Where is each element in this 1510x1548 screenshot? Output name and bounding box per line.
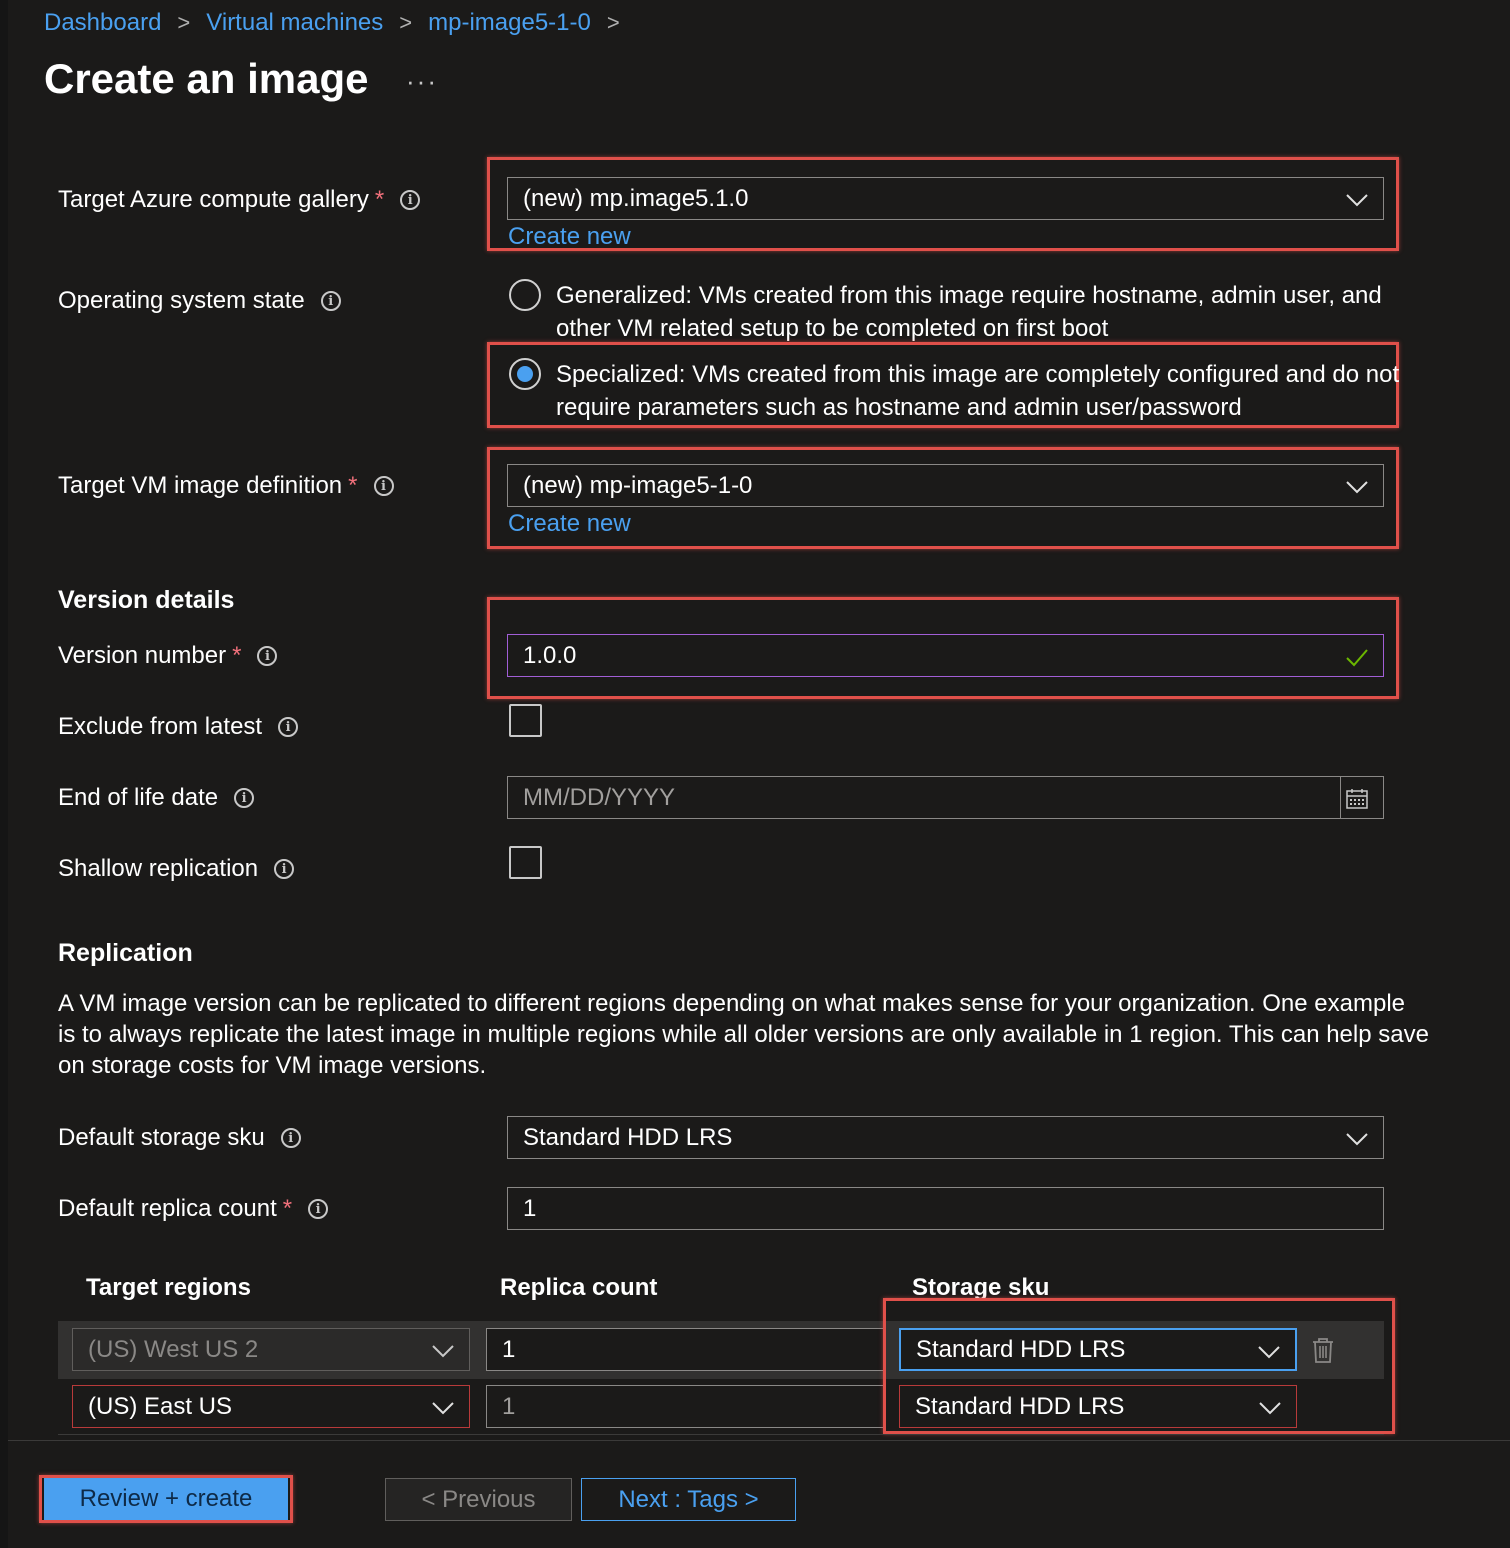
end-of-life-date-input[interactable]: MM/DD/YYYY [507, 776, 1384, 819]
radio-generalized-text-1: Generalized: VMs created from this image… [556, 282, 1382, 309]
region-select-row-1[interactable]: (US) West US 2 [72, 1328, 470, 1371]
field-divider [1340, 777, 1341, 819]
required-asterisk: * [232, 642, 242, 669]
review-create-button[interactable]: Review + create [44, 1478, 288, 1520]
info-icon[interactable]: i [320, 291, 341, 311]
more-options-icon[interactable]: ··· [406, 66, 438, 97]
breadcrumb: Dashboard > Virtual machines > mp-image5… [44, 6, 636, 40]
table-bottom-divider [58, 1434, 1384, 1435]
radio-specialized-text-1: Specialized: VMs created from this image… [556, 361, 1400, 388]
gallery-select-value: (new) mp.image5.1.0 [523, 184, 749, 212]
gallery-create-new-link[interactable]: Create new [508, 223, 631, 251]
default-storage-sku-label: Default storage sku i [58, 1122, 301, 1154]
region-value: (US) West US 2 [88, 1335, 259, 1363]
chevron-down-icon [432, 1345, 454, 1358]
version-number-input[interactable]: 1.0.0 [507, 634, 1384, 677]
image-definition-label-text: Target VM image definition [58, 472, 343, 499]
region-value: (US) East US [88, 1392, 233, 1420]
required-asterisk: * [374, 186, 385, 213]
radio-generalized-label: Generalized: VMs created from this image… [556, 279, 1382, 345]
shallow-replication-checkbox[interactable] [509, 846, 542, 879]
exclude-latest-label: Exclude from latest i [58, 711, 299, 743]
default-replica-count-input[interactable]: 1 [507, 1187, 1384, 1230]
next-tags-button[interactable]: Next : Tags > [581, 1478, 796, 1521]
replication-description: A VM image version can be replicated to … [58, 988, 1478, 1081]
column-header-target-regions: Target regions [86, 1274, 251, 1301]
info-icon[interactable]: i [278, 717, 299, 737]
shallow-replication-label: Shallow replication i [58, 853, 295, 885]
radio-generalized-text-2: other VM related setup to be completed o… [556, 315, 1109, 342]
version-number-label: Version number * i [58, 640, 278, 672]
info-icon[interactable]: i [308, 1199, 329, 1219]
breadcrumb-vm[interactable]: mp-image5-1-0 [428, 9, 591, 37]
chevron-right-icon: > [177, 10, 191, 35]
chevron-down-icon [1346, 1133, 1368, 1146]
radio-specialized[interactable] [509, 358, 541, 390]
default-storage-sku-value: Standard HDD LRS [523, 1123, 733, 1151]
exclude-latest-label-text: Exclude from latest [58, 713, 263, 740]
required-asterisk: * [282, 1195, 293, 1222]
column-header-replica-count: Replica count [500, 1274, 658, 1301]
page-title: Create an image [44, 55, 369, 102]
breadcrumb-dashboard[interactable]: Dashboard [44, 9, 161, 37]
replica-count-value: 1 [502, 1392, 516, 1420]
end-of-life-placeholder: MM/DD/YYYY [523, 783, 676, 811]
info-icon[interactable]: i [373, 476, 394, 496]
gallery-label-text: Target Azure compute gallery [58, 186, 369, 213]
replication-heading: Replication [58, 939, 193, 967]
replication-description-line: on storage costs for VM image versions. [58, 1052, 487, 1079]
default-replica-count-label-text: Default replica count [58, 1195, 277, 1222]
image-definition-select[interactable]: (new) mp-image5-1-0 [507, 464, 1384, 507]
gallery-label: Target Azure compute gallery * i [58, 184, 421, 216]
shallow-replication-label-text: Shallow replication [58, 855, 259, 882]
os-state-label: Operating system state i [58, 285, 341, 317]
default-storage-sku-select[interactable]: Standard HDD LRS [507, 1116, 1384, 1159]
gallery-select[interactable]: (new) mp.image5.1.0 [507, 177, 1384, 220]
version-number-value: 1.0.0 [523, 641, 577, 669]
left-edge-strip [0, 0, 8, 1548]
required-asterisk: * [348, 472, 358, 499]
highlight-box-storage-sku [883, 1298, 1395, 1434]
version-details-heading: Version details [58, 586, 235, 614]
version-number-label-text: Version number [58, 642, 227, 669]
default-storage-sku-label-text: Default storage sku [58, 1124, 265, 1151]
info-icon[interactable]: i [257, 646, 278, 666]
replication-description-line: A VM image version can be replicated to … [58, 990, 1406, 1017]
chevron-down-icon [1346, 481, 1368, 494]
default-replica-count-label: Default replica count * i [58, 1193, 329, 1225]
radio-generalized[interactable] [509, 279, 541, 311]
chevron-down-icon [432, 1402, 454, 1415]
default-replica-count-value: 1 [523, 1194, 537, 1222]
chevron-right-icon: > [399, 10, 413, 35]
info-icon[interactable]: i [274, 859, 295, 879]
info-icon[interactable]: i [400, 190, 421, 210]
end-of-life-label-text: End of life date [58, 784, 219, 811]
replication-description-line: is to always replicate the latest image … [58, 1021, 1429, 1048]
image-definition-create-new-link[interactable]: Create new [508, 510, 631, 538]
footer-divider [8, 1440, 1510, 1441]
replica-count-input-row-2[interactable]: 1 [486, 1385, 884, 1428]
calendar-icon[interactable] [1345, 787, 1369, 811]
replica-count-value: 1 [502, 1335, 516, 1363]
replica-count-input-row-1[interactable]: 1 [486, 1328, 884, 1371]
chevron-right-icon: > [606, 10, 620, 35]
chevron-down-icon [1346, 194, 1368, 207]
end-of-life-label: End of life date i [58, 782, 255, 814]
os-state-label-text: Operating system state [58, 287, 305, 314]
image-definition-select-value: (new) mp-image5-1-0 [523, 471, 753, 499]
image-definition-label: Target VM image definition * i [58, 470, 394, 502]
checkmark-icon [1346, 649, 1368, 667]
previous-button[interactable]: < Previous [385, 1478, 572, 1521]
breadcrumb-virtual-machines[interactable]: Virtual machines [206, 9, 383, 37]
info-icon[interactable]: i [234, 788, 255, 808]
exclude-latest-checkbox[interactable] [509, 704, 542, 737]
radio-specialized-text-2: require parameters such as hostname and … [556, 394, 1242, 421]
info-icon[interactable]: i [280, 1128, 301, 1148]
radio-specialized-label: Specialized: VMs created from this image… [556, 358, 1399, 424]
region-select-row-2[interactable]: (US) East US [72, 1385, 470, 1428]
